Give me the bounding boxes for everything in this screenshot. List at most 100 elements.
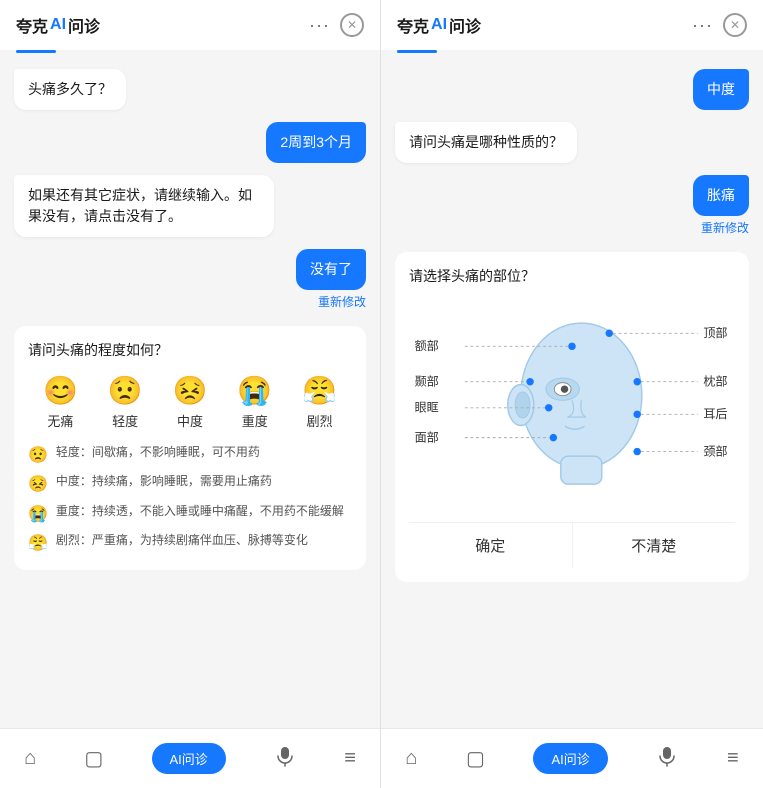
pain-desc-1: 😣 中度：持续痛，影响睡眠，需要用止痛药 xyxy=(28,473,352,496)
left-bubble-3: 如果还有其它症状，请继续输入。如果没有，请点击没有了。 xyxy=(14,175,274,237)
left-msg-2: 2周到3个月 xyxy=(14,122,366,163)
right-menu-icon: ≡ xyxy=(727,747,739,770)
right-bubble-2: 请问头痛是哪种性质的？ xyxy=(395,122,577,163)
left-dots-button[interactable]: ··· xyxy=(309,15,330,36)
pain-label-4: 剧烈 xyxy=(307,411,333,430)
pain-option-2[interactable]: 😣 中度 xyxy=(173,374,208,430)
right-header-actions: ··· ✕ xyxy=(692,13,747,37)
left-bubble-3-text: 如果还有其它症状，请继续输入。如果没有，请点击没有了。 xyxy=(28,187,252,224)
pain-desc-emoji-0: 😟 xyxy=(28,445,48,467)
left-title-ai: AI xyxy=(50,16,66,34)
right-bubble-3[interactable]: 胀痛 xyxy=(693,175,749,216)
right-dots-button[interactable]: ··· xyxy=(692,15,713,36)
left-ai-btn[interactable]: AI问诊 xyxy=(152,743,226,774)
right-square-icon: ▢ xyxy=(466,746,485,771)
pain-option-1[interactable]: 😟 轻度 xyxy=(108,374,143,430)
right-header: 夸克AI问诊 ··· ✕ xyxy=(381,0,763,50)
unclear-button[interactable]: 不清楚 xyxy=(573,523,736,568)
pain-emoji-2: 😣 xyxy=(173,374,208,407)
pain-descriptions: 😟 轻度：间歇痛，不影响睡眠，可不用药 😣 中度：持续痛，影响睡眠，需要用止痛药… xyxy=(28,444,352,556)
right-nav-menu[interactable]: ≡ xyxy=(727,747,739,770)
left-remodify-link[interactable]: 重新修改 xyxy=(318,293,366,310)
pain-option-4[interactable]: 😤 剧烈 xyxy=(302,374,337,430)
right-bottom-nav: ⌂ ▢ AI问诊 ≡ xyxy=(381,728,763,788)
head-diagram: 额部 颞部 眼眶 面部 顶部 枕部 耳后 颈部 xyxy=(409,300,735,510)
svg-text:颈部: 颈部 xyxy=(703,443,727,458)
pain-desc-text-3: 剧烈：严重痛，为持续剧痛伴血压、脉搏等变化 xyxy=(56,532,308,549)
right-chat-area: 中度 请问头痛是哪种性质的？ 胀痛 重新修改 请选择头痛的部位？ xyxy=(381,53,763,728)
left-home-icon: ⌂ xyxy=(24,747,36,770)
svg-text:额部: 额部 xyxy=(415,338,439,353)
right-close-button[interactable]: ✕ xyxy=(723,13,747,37)
left-nav-mic[interactable] xyxy=(274,745,296,773)
left-bubble-2-text: 2周到3个月 xyxy=(280,134,352,150)
left-menu-icon: ≡ xyxy=(344,747,356,770)
right-panel: 夸克AI问诊 ··· ✕ 中度 请问头痛是哪种性质的？ 胀痛 xyxy=(381,0,763,788)
pain-label-1: 轻度 xyxy=(112,411,138,430)
right-mic-icon xyxy=(656,745,678,773)
pain-desc-0: 😟 轻度：间歇痛，不影响睡眠，可不用药 xyxy=(28,444,352,467)
svg-text:眼眶: 眼眶 xyxy=(415,401,439,415)
right-close-icon: ✕ xyxy=(730,18,740,32)
left-mic-icon xyxy=(274,745,296,773)
pain-desc-emoji-1: 😣 xyxy=(28,474,48,496)
pain-emoji-3: 😭 xyxy=(237,374,272,407)
left-msg-4-group: 没有了 重新修改 xyxy=(14,249,366,310)
head-location-selector: 请选择头痛的部位？ xyxy=(395,252,749,582)
pain-desc-text-2: 重度：持续透，不能入睡或睡中痛醒，不用药不能缓解 xyxy=(56,503,344,520)
left-square-icon: ▢ xyxy=(84,746,103,771)
pain-option-0[interactable]: 😊 无痛 xyxy=(43,374,78,430)
pain-label-3: 重度 xyxy=(242,411,268,430)
left-nav-square[interactable]: ▢ xyxy=(84,746,103,771)
right-bubble-1-text: 中度 xyxy=(707,81,735,97)
svg-text:面部: 面部 xyxy=(415,429,439,444)
pain-emoji-4: 😤 xyxy=(302,374,337,407)
pain-option-3[interactable]: 😭 重度 xyxy=(237,374,272,430)
pain-desc-text-1: 中度：持续痛，影响睡眠，需要用止痛药 xyxy=(56,473,272,490)
right-bubble-3-text: 胀痛 xyxy=(707,187,735,203)
right-title: 夸克AI问诊 xyxy=(397,13,481,37)
pain-label-0: 无痛 xyxy=(47,411,73,430)
left-bubble-4[interactable]: 没有了 xyxy=(296,249,366,290)
right-msg-2: 请问头痛是哪种性质的？ xyxy=(395,122,749,163)
right-title-prefix: 夸克 xyxy=(397,13,429,37)
svg-text:颞部: 颞部 xyxy=(415,373,439,388)
right-home-icon: ⌂ xyxy=(405,747,417,770)
location-question: 请选择头痛的部位？ xyxy=(409,266,735,286)
left-bottom-nav: ⌂ ▢ AI问诊 ≡ xyxy=(0,728,380,788)
pain-desc-emoji-2: 😭 xyxy=(28,504,48,526)
svg-text:枕部: 枕部 xyxy=(703,373,727,388)
right-nav-home[interactable]: ⌂ xyxy=(405,747,417,770)
left-bubble-2: 2周到3个月 xyxy=(266,122,366,163)
left-title-suffix: 问诊 xyxy=(68,13,100,37)
svg-text:耳后: 耳后 xyxy=(703,407,727,421)
right-msg-3-group: 胀痛 重新修改 xyxy=(395,175,749,236)
right-msg-1-group: 中度 xyxy=(395,69,749,110)
right-remodify-link[interactable]: 重新修改 xyxy=(701,219,749,236)
left-bubble-1: 头痛多久了？ xyxy=(14,69,126,110)
left-nav-home[interactable]: ⌂ xyxy=(24,747,36,770)
right-bubble-2-text: 请问头痛是哪种性质的？ xyxy=(409,134,563,150)
right-title-ai: AI xyxy=(431,16,447,34)
right-title-suffix: 问诊 xyxy=(449,13,481,37)
left-nav-menu[interactable]: ≡ xyxy=(344,747,356,770)
pain-emoji-0: 😊 xyxy=(43,374,78,407)
left-panel: 夸克AI问诊 ··· ✕ 头痛多久了？ 2周到3个月 如果还有其它症状，请继续输… xyxy=(0,0,381,788)
pain-desc-2: 😭 重度：持续透，不能入睡或睡中痛醒，不用药不能缓解 xyxy=(28,503,352,526)
confirm-button[interactable]: 确定 xyxy=(409,523,573,568)
right-nav-mic[interactable] xyxy=(656,745,678,773)
left-close-icon: ✕ xyxy=(347,18,357,32)
left-header-actions: ··· ✕ xyxy=(309,13,364,37)
pain-options-row: 😊 无痛 😟 轻度 😣 中度 😭 重度 😤 剧烈 xyxy=(28,374,352,430)
left-title: 夸克AI问诊 xyxy=(16,13,100,37)
right-bubble-1[interactable]: 中度 xyxy=(693,69,749,110)
left-msg-1: 头痛多久了？ xyxy=(14,69,366,110)
pain-question: 请问头痛的程度如何？ xyxy=(28,340,352,360)
right-ai-btn[interactable]: AI问诊 xyxy=(533,743,607,774)
pain-degree-section: 请问头痛的程度如何？ 😊 无痛 😟 轻度 😣 中度 😭 重度 xyxy=(14,326,366,570)
left-close-button[interactable]: ✕ xyxy=(340,13,364,37)
confirm-row: 确定 不清楚 xyxy=(409,522,735,568)
pain-desc-text-0: 轻度：间歇痛，不影响睡眠，可不用药 xyxy=(56,444,260,461)
right-nav-square[interactable]: ▢ xyxy=(466,746,485,771)
left-chat-area: 头痛多久了？ 2周到3个月 如果还有其它症状，请继续输入。如果没有，请点击没有了… xyxy=(0,53,380,728)
